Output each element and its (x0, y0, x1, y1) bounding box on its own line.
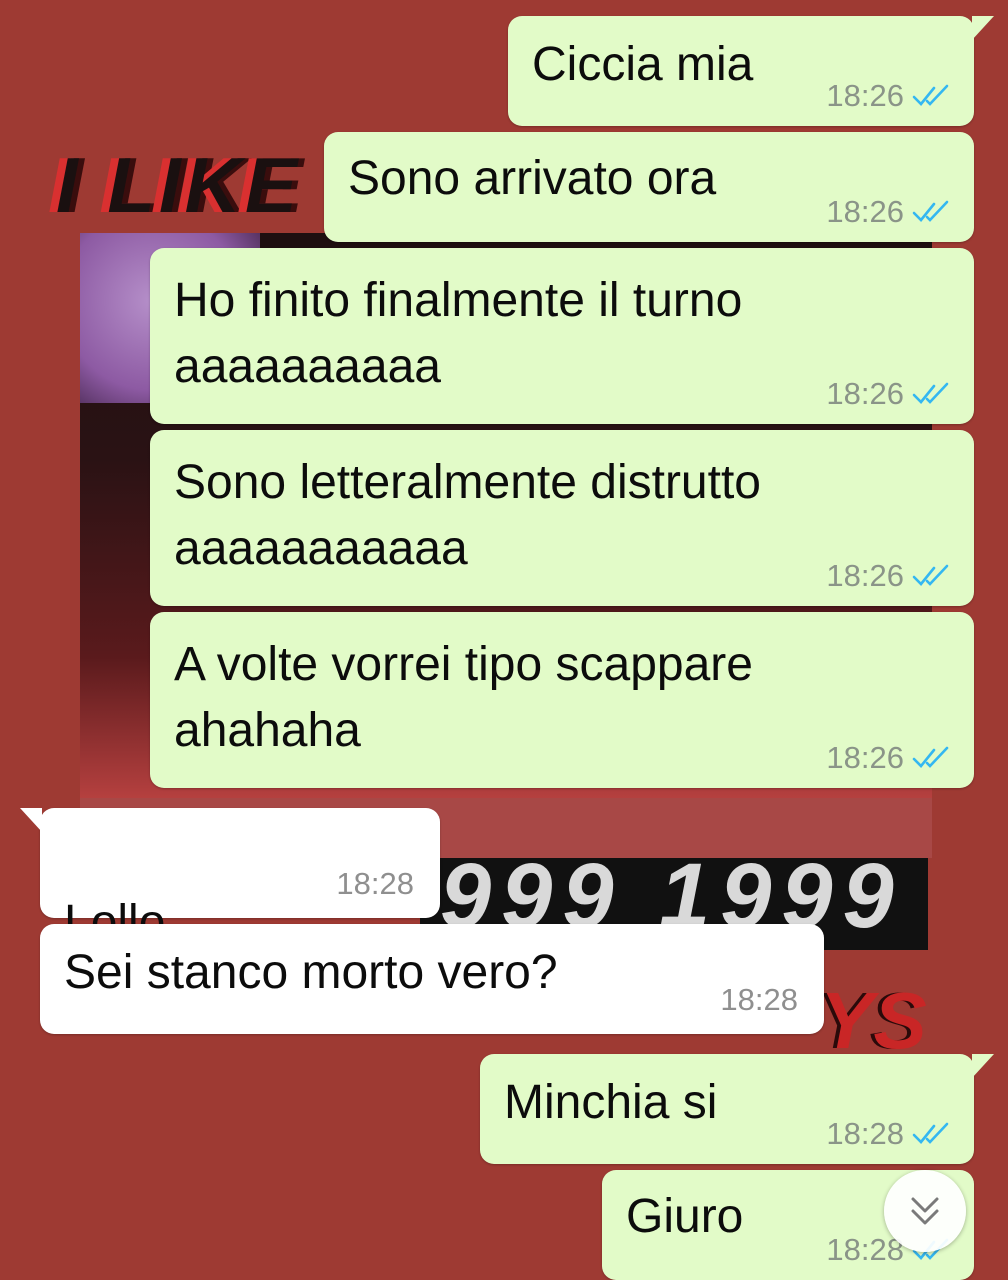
message-time: 18:26 (826, 558, 904, 593)
message-text: Giuro (626, 1190, 744, 1243)
message-time: 18:26 (826, 194, 904, 229)
chevron-double-down-icon (911, 1197, 939, 1225)
double-check-icon (912, 1122, 949, 1144)
double-check-icon (912, 84, 949, 106)
double-check-icon (912, 200, 949, 222)
message-bubble-outgoing[interactable]: A volte vorrei tipo scappare ahahaha 18:… (150, 612, 974, 788)
wallpaper-title-text: I LIKE (56, 141, 302, 229)
message-text: Sei stanco morto vero? (64, 946, 558, 999)
message-bubble-outgoing[interactable]: Sono letteralmente distrutto aaaaaaaaaaa… (150, 430, 974, 606)
message-time: 18:28 (720, 982, 798, 1017)
message-time: 18:28 (826, 1116, 904, 1151)
message-time: 18:26 (826, 740, 904, 775)
double-check-icon (912, 746, 949, 768)
message-meta: 18:26 (826, 78, 952, 114)
message-bubble-incoming[interactable]: Lollo ❤️ 18:28 (20, 808, 440, 1015)
message-meta: 18:28 (720, 982, 798, 1018)
message-time: 18:26 (826, 78, 904, 113)
message-bubble-outgoing[interactable]: Sono arrivato ora 18:26 (324, 132, 974, 242)
message-text: Sono letteralmente distrutto aaaaaaaaaaa (174, 456, 761, 575)
message-bubble-outgoing[interactable]: Ciccia mia 18:26 (508, 16, 994, 126)
message-meta: 18:28 (336, 866, 414, 902)
message-meta: 18:26 (826, 740, 952, 776)
message-text: Minchia si (504, 1076, 718, 1129)
message-meta: 18:26 (826, 194, 952, 230)
message-bubble-outgoing[interactable]: Ho finito finalmente il turno aaaaaaaaaa… (150, 248, 974, 424)
message-meta: 18:28 (826, 1116, 952, 1152)
message-text: Ciccia mia (532, 38, 754, 91)
double-check-icon (912, 382, 949, 404)
message-text: Ho finito finalmente il turno aaaaaaaaaa (174, 274, 743, 393)
message-meta: 18:26 (826, 558, 952, 594)
message-time: 18:26 (826, 376, 904, 411)
message-time: 18:28 (826, 1232, 904, 1267)
message-text: A volte vorrei tipo scappare ahahaha (174, 638, 753, 757)
message-bubble-outgoing[interactable]: Minchia si 18:28 (480, 1054, 994, 1164)
message-meta: 18:26 (826, 376, 952, 412)
message-time: 18:28 (336, 866, 414, 901)
message-bubble-incoming[interactable]: Sei stanco morto vero? 18:28 (40, 924, 824, 1034)
scroll-to-bottom-button[interactable] (884, 1170, 966, 1252)
double-check-icon (912, 564, 949, 586)
message-text: Sono arrivato ora (348, 152, 717, 205)
